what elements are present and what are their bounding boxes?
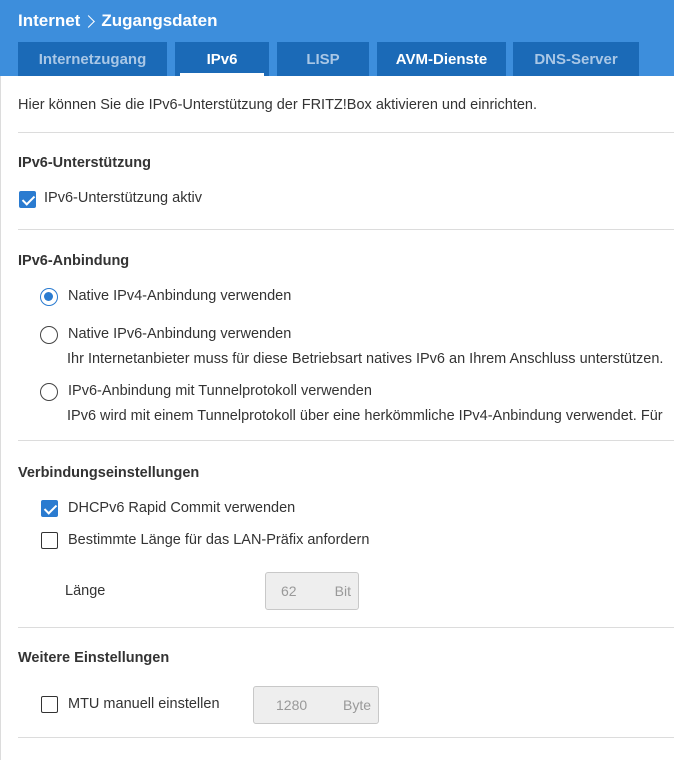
- tab-label: IPv6: [206, 50, 238, 68]
- settings-panel: Hier können Sie die IPv6-Unterstützung d…: [0, 76, 674, 760]
- radio-native-ipv4-label[interactable]: Native IPv4-Anbindung verwenden: [68, 288, 291, 304]
- ipv6-support-checkbox[interactable]: [19, 191, 36, 208]
- header-bar: Internet Zugangsdaten Internetzugang IPv…: [0, 0, 674, 76]
- radio-native-ipv6-hint: Ihr Internetanbieter muss für diese Betr…: [67, 351, 664, 367]
- radio-native-ipv6[interactable]: [40, 326, 58, 344]
- tab-label: LISP: [306, 50, 340, 68]
- breadcrumb: Internet Zugangsdaten: [18, 9, 218, 33]
- section-heading-connection: Verbindungseinstellungen: [18, 465, 200, 481]
- tab-dns-server[interactable]: DNS-Server: [513, 42, 639, 76]
- mtu-unit: Byte: [342, 697, 371, 713]
- prefix-length-value: 62: [281, 583, 297, 599]
- breadcrumb-current: Zugangsdaten: [101, 11, 218, 30]
- prefix-length-unit: Bit: [334, 583, 351, 599]
- tab-internetzugang[interactable]: Internetzugang: [18, 42, 167, 76]
- section-heading-further: Weitere Einstellungen: [18, 650, 170, 666]
- radio-tunnel[interactable]: [40, 383, 58, 401]
- mtu-manual-checkbox[interactable]: [41, 696, 58, 713]
- divider: [18, 440, 674, 441]
- divider: [18, 132, 674, 133]
- tab-label: AVM-Dienste: [395, 50, 488, 68]
- section-heading-binding: IPv6-Anbindung: [18, 253, 130, 269]
- radio-tunnel-hint: IPv6 wird mit einem Tunnelprotokoll über…: [67, 408, 663, 424]
- lan-prefix-checkbox[interactable]: [41, 532, 58, 549]
- chevron-right-icon: [82, 14, 96, 28]
- divider: [18, 229, 674, 230]
- tab-ipv6[interactable]: IPv6: [175, 42, 269, 76]
- tab-label: Internetzugang: [38, 50, 147, 68]
- tab-lisp[interactable]: LISP: [277, 42, 369, 76]
- intro-text: Hier können Sie die IPv6-Unterstützung d…: [18, 97, 538, 113]
- radio-native-ipv4[interactable]: [40, 288, 58, 306]
- section-heading-support: IPv6-Unterstützung: [18, 155, 151, 171]
- divider: [18, 627, 674, 628]
- lan-prefix-label[interactable]: Bestimmte Länge für das LAN-Präfix anfor…: [68, 532, 369, 548]
- radio-native-ipv6-label[interactable]: Native IPv6-Anbindung verwenden: [68, 326, 291, 342]
- mtu-manual-label[interactable]: MTU manuell einstellen: [68, 696, 220, 712]
- mtu-field[interactable]: 1280 Byte: [253, 686, 379, 724]
- dhcpv6-rapid-commit-label[interactable]: DHCPv6 Rapid Commit verwenden: [68, 500, 295, 516]
- breadcrumb-parent[interactable]: Internet: [18, 11, 80, 31]
- mtu-value: 1280: [276, 697, 308, 713]
- divider: [18, 737, 674, 738]
- radio-tunnel-label[interactable]: IPv6-Anbindung mit Tunnelprotokoll verwe…: [68, 383, 372, 399]
- ipv6-support-label[interactable]: IPv6-Unterstützung aktiv: [44, 190, 202, 206]
- dhcpv6-rapid-commit-checkbox[interactable]: [41, 500, 58, 517]
- tab-label: DNS-Server: [534, 50, 618, 68]
- prefix-length-field[interactable]: 62 Bit: [265, 572, 359, 610]
- prefix-length-label: Länge: [65, 583, 106, 599]
- tab-avm-dienste[interactable]: AVM-Dienste: [377, 42, 506, 76]
